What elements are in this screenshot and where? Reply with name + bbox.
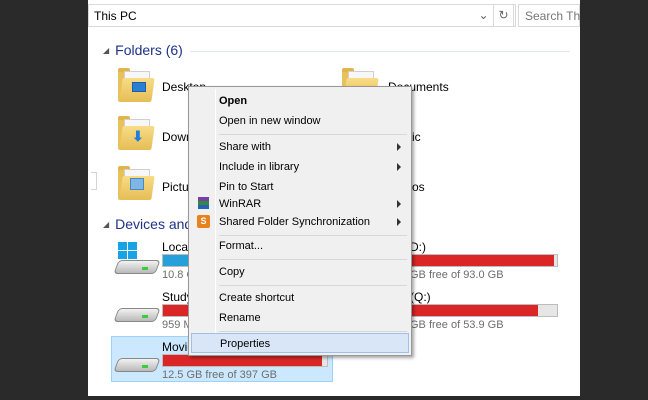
menu-item-label: Rename <box>219 312 261 324</box>
collapse-arrow-icon: ◢ <box>103 220 110 229</box>
search-input[interactable]: Search Th... <box>518 4 580 27</box>
menu-item-open[interactable]: Open <box>191 91 409 111</box>
menu-item-label: Include in library <box>219 161 300 173</box>
drive-label-q[interactable]: (Q:) <box>410 290 431 304</box>
group-header-devices[interactable]: ◢ Devices and <box>103 216 192 232</box>
drive-usage-fill <box>411 255 555 266</box>
menu-item-winrar[interactable]: WinRAR <box>191 194 409 214</box>
menu-item-label: Create shortcut <box>219 292 295 304</box>
collapse-arrow-icon: ◢ <box>103 46 110 55</box>
menu-item-label: WinRAR <box>219 198 262 210</box>
submenu-arrow-icon <box>397 143 401 151</box>
context-menu: Open Open in new window Share with Inclu… <box>188 86 412 356</box>
submenu-arrow-icon <box>397 200 401 208</box>
shared-folder-sync-icon: S <box>197 215 210 228</box>
menu-item-open-new-window[interactable]: Open in new window <box>191 111 409 131</box>
menu-separator <box>219 134 407 135</box>
address-field[interactable]: This PC <box>88 4 516 27</box>
address-path: This PC <box>94 9 137 23</box>
menu-item-label: Pin to Start <box>219 181 274 193</box>
group-title-folders: Folders (6) <box>115 42 183 58</box>
scroll-tab <box>91 172 97 190</box>
refresh-button[interactable]: ↻ <box>494 4 514 27</box>
study-disk-icon[interactable] <box>113 290 161 324</box>
menu-item-format[interactable]: Format... <box>191 236 409 256</box>
drive-usage-fill <box>163 355 323 366</box>
group-header-folders[interactable]: ◢ Folders (6) <box>103 42 183 58</box>
menu-item-label: Format... <box>219 240 264 252</box>
local-disk-icon[interactable] <box>113 242 161 276</box>
menu-item-label: Copy <box>219 266 245 278</box>
submenu-arrow-icon <box>397 163 401 171</box>
drive-free-d: GB free of 93.0 GB <box>410 269 504 281</box>
menu-item-create-shortcut[interactable]: Create shortcut <box>191 288 409 308</box>
folder-pictures-icon[interactable] <box>118 166 156 200</box>
folder-label-videos[interactable]: os <box>412 180 425 194</box>
address-bar: This PC ⌄ ↻ Search Th... <box>88 4 580 27</box>
drive-usage-fill <box>163 305 191 316</box>
menu-item-properties[interactable]: Properties <box>191 333 409 353</box>
menu-item-label: Properties <box>220 338 271 350</box>
submenu-arrow-icon <box>397 218 401 226</box>
menu-item-label: Open <box>219 95 248 107</box>
menu-item-copy[interactable]: Copy <box>191 262 409 282</box>
menu-separator <box>219 259 407 260</box>
menu-item-shared-folder-sync[interactable]: S Shared Folder Synchronization <box>191 212 409 232</box>
group-title-devices: Devices and <box>115 216 193 232</box>
menu-separator <box>219 285 407 286</box>
drive-usage-bar-d <box>410 254 558 267</box>
menu-item-label: Open in new window <box>219 115 321 127</box>
search-placeholder: Search Th... <box>525 9 580 23</box>
folder-downloads-icon[interactable]: ⬇ <box>118 116 156 150</box>
menu-item-include-in-library[interactable]: Include in library <box>191 157 409 177</box>
drive-label-d[interactable]: D:) <box>410 240 426 254</box>
windows-logo-icon <box>118 242 138 260</box>
group-divider <box>190 51 570 52</box>
menu-item-label: Share with <box>219 141 271 153</box>
winrar-icon <box>197 197 210 210</box>
refresh-icon: ↻ <box>498 8 509 22</box>
menu-item-rename[interactable]: Rename <box>191 308 409 328</box>
menu-separator <box>219 331 407 332</box>
folder-desktop-icon[interactable] <box>118 68 156 102</box>
drive-usage-fill <box>163 255 191 266</box>
down-arrow-icon: ⬇ <box>132 128 144 144</box>
drive-usage-fill <box>411 305 539 316</box>
drive-free-q: GB free of 53.9 GB <box>410 319 504 331</box>
movie-disk-icon[interactable] <box>113 340 161 374</box>
folder-label-music[interactable]: ic <box>412 130 421 144</box>
chevron-down-icon: ⌄ <box>478 8 489 22</box>
drive-usage-bar-q <box>410 304 558 317</box>
drive-label-local[interactable]: Local <box>162 240 191 254</box>
menu-item-label: Shared Folder Synchronization <box>219 216 371 228</box>
drive-free-movie: 12.5 GB free of 397 GB <box>162 369 277 381</box>
address-dropdown-button[interactable]: ⌄ <box>474 4 494 27</box>
menu-item-share-with[interactable]: Share with <box>191 137 409 157</box>
